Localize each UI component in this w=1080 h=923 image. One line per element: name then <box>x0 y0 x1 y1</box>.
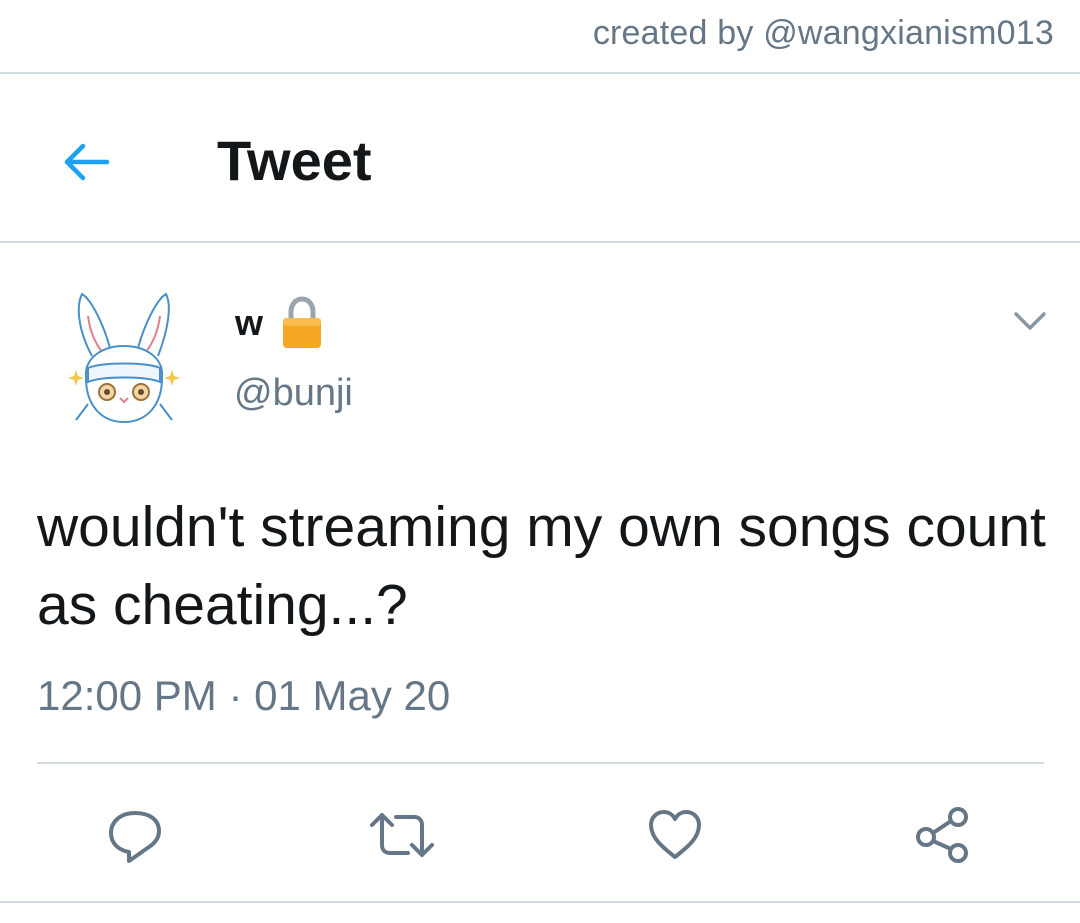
share-icon <box>916 807 968 863</box>
lock-icon <box>283 296 322 348</box>
back-button[interactable] <box>55 132 115 192</box>
reply-button[interactable] <box>100 800 170 870</box>
arrow-left-icon <box>64 143 110 181</box>
page-title: Tweet <box>217 129 372 192</box>
tweet-text: wouldn't streaming my own songs count as… <box>37 495 1046 637</box>
avatar[interactable] <box>62 286 186 430</box>
header-divider <box>0 241 1080 243</box>
chevron-down-icon <box>1014 312 1046 330</box>
comment-icon <box>109 811 161 863</box>
display-name[interactable]: w <box>235 302 263 344</box>
share-button[interactable] <box>907 800 977 870</box>
actions-divider <box>37 762 1044 764</box>
retweet-icon <box>370 813 434 857</box>
bunny-avatar-image <box>68 292 180 424</box>
tweet-menu-button[interactable] <box>1008 302 1052 338</box>
creator-credit: created by @wangxianism013 <box>592 14 1054 52</box>
heart-icon <box>649 810 701 859</box>
top-divider <box>0 72 1080 74</box>
author-name-row[interactable]: w <box>235 296 323 350</box>
retweet-button[interactable] <box>367 800 437 870</box>
bottom-divider <box>0 901 1080 903</box>
like-button[interactable] <box>640 800 710 870</box>
user-handle[interactable]: @bunji <box>234 372 353 415</box>
tweet-timestamp[interactable]: 12:00 PM · 01 May 20 <box>37 672 450 720</box>
